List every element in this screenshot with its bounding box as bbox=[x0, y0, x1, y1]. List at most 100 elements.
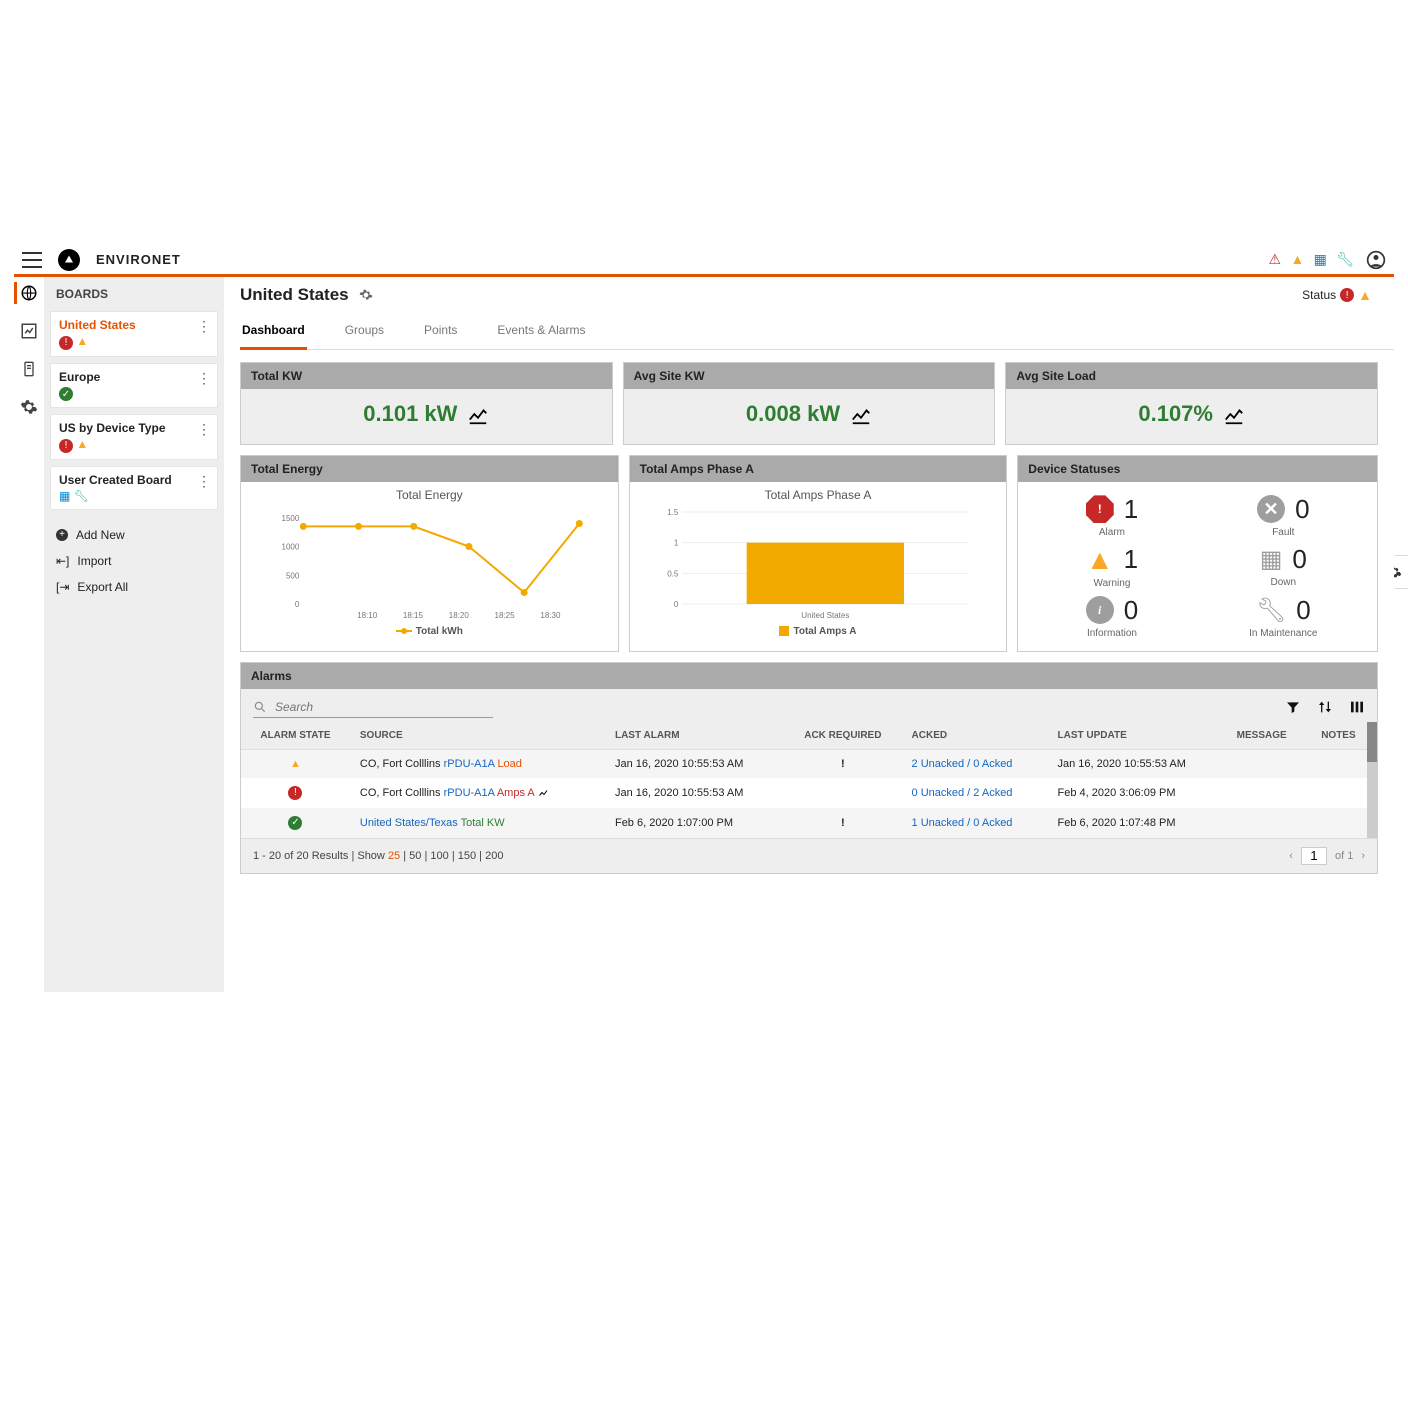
board-menu-icon[interactable]: ⋮ bbox=[197, 370, 211, 387]
source-link[interactable]: rPDU-A1A bbox=[444, 787, 495, 799]
alarm-state-icon: ▲ bbox=[241, 749, 350, 778]
rail-settings-icon[interactable] bbox=[19, 397, 39, 417]
user-account-icon[interactable] bbox=[1366, 250, 1386, 270]
export-label: Export All bbox=[77, 580, 128, 594]
columns-icon[interactable] bbox=[1349, 699, 1365, 715]
board-menu-icon[interactable]: ⋮ bbox=[197, 421, 211, 438]
board-card[interactable]: User Created Board▦ 🔧︎⋮ bbox=[50, 466, 218, 510]
svg-text:1: 1 bbox=[674, 538, 679, 547]
filter-icon[interactable] bbox=[1285, 699, 1301, 715]
board-status-icons: ▦ 🔧︎ bbox=[59, 489, 209, 503]
kpi-title: Avg Site KW bbox=[624, 363, 995, 389]
status-count: 0 bbox=[1292, 544, 1306, 575]
board-menu-icon[interactable]: ⋮ bbox=[197, 318, 211, 335]
kpi-title: Total KW bbox=[241, 363, 612, 389]
board-status-icons: ! ▲ bbox=[59, 334, 209, 350]
legend-label: Total Amps A bbox=[793, 626, 856, 637]
maintenance-icon[interactable]: 🔧︎ bbox=[1336, 251, 1354, 267]
device-status-warning[interactable]: ▲1Warning bbox=[1038, 544, 1185, 589]
trend-icon[interactable] bbox=[467, 409, 489, 431]
chart-title: Total Energy bbox=[249, 488, 610, 502]
tab-groups[interactable]: Groups bbox=[343, 323, 386, 349]
column-header[interactable]: LAST ALARM bbox=[605, 722, 784, 750]
device-status-info[interactable]: i0Information bbox=[1038, 595, 1185, 639]
table-row[interactable]: ✓United States/Texas Total KWFeb 6, 2020… bbox=[241, 808, 1377, 838]
device-status-down[interactable]: ▦0Down bbox=[1210, 544, 1357, 589]
kpi-title: Avg Site Load bbox=[1006, 363, 1377, 389]
sort-icon[interactable] bbox=[1317, 699, 1333, 715]
total-energy-card: Total Energy Total Energy 05001000150018… bbox=[240, 455, 619, 652]
kpi-card: Avg Site KW0.008 kW bbox=[623, 362, 996, 445]
acked-link[interactable]: 1 Unacked / 0 Acked bbox=[902, 808, 1048, 838]
global-status-icons: ⚠︎ ▲ ▦ 🔧︎ bbox=[1263, 251, 1354, 268]
column-header[interactable]: ALARM STATE bbox=[241, 722, 350, 750]
import-button[interactable]: ⇤]Import bbox=[56, 548, 212, 574]
column-header[interactable]: MESSAGE bbox=[1227, 722, 1312, 750]
kpi-value: 0.101 kW bbox=[363, 401, 457, 426]
search-input[interactable] bbox=[273, 699, 473, 715]
ack-required bbox=[784, 778, 901, 808]
tab-events-alarms[interactable]: Events & Alarms bbox=[495, 323, 587, 349]
source-link[interactable]: United States/Texas bbox=[360, 817, 458, 829]
alert-icon[interactable]: ⚠︎ bbox=[1269, 251, 1282, 267]
table-row[interactable]: ▲CO, Fort Colllins rPDU-A1A LoadJan 16, … bbox=[241, 749, 1377, 778]
acked-link[interactable]: 2 Unacked / 0 Acked bbox=[902, 749, 1048, 778]
tab-points[interactable]: Points bbox=[422, 323, 459, 349]
table-row[interactable]: !CO, Fort Colllins rPDU-A1A Amps A Jan 1… bbox=[241, 778, 1377, 808]
page-size-option[interactable]: 150 bbox=[458, 850, 476, 862]
ack-required: ! bbox=[784, 749, 901, 778]
brand-logo-icon bbox=[58, 249, 80, 271]
ack-required: ! bbox=[784, 808, 901, 838]
network-icon[interactable]: ▦ bbox=[1314, 251, 1327, 267]
tab-dashboard[interactable]: Dashboard bbox=[240, 323, 307, 350]
column-header[interactable]: SOURCE bbox=[350, 722, 605, 750]
device-status-alarm[interactable]: !1Alarm bbox=[1038, 494, 1185, 538]
page-size-option[interactable]: 50 bbox=[409, 850, 421, 862]
page-size-option[interactable]: 100 bbox=[430, 850, 448, 862]
device-status-fault[interactable]: ✕0Fault bbox=[1210, 494, 1357, 538]
search-icon bbox=[253, 700, 267, 714]
menu-toggle-icon[interactable] bbox=[22, 252, 42, 268]
status-label: In Maintenance bbox=[1249, 628, 1317, 639]
board-menu-icon[interactable]: ⋮ bbox=[197, 473, 211, 490]
column-header[interactable]: ACKED bbox=[902, 722, 1048, 750]
status-label: Fault bbox=[1272, 527, 1294, 538]
device-status-maint[interactable]: 🔧︎0In Maintenance bbox=[1210, 595, 1357, 639]
trend-icon[interactable] bbox=[850, 409, 872, 431]
page-size-option[interactable]: 25 bbox=[388, 850, 400, 862]
page-size-option[interactable]: 200 bbox=[485, 850, 503, 862]
acked-link[interactable]: 0 Unacked / 2 Acked bbox=[902, 778, 1048, 808]
add-new-button[interactable]: +Add New bbox=[56, 522, 212, 548]
message bbox=[1227, 808, 1312, 838]
legend-label: Total kWh bbox=[416, 626, 463, 637]
pager-page-input[interactable] bbox=[1301, 847, 1327, 865]
table-scrollbar[interactable] bbox=[1367, 722, 1377, 838]
svg-text:18:15: 18:15 bbox=[403, 611, 424, 620]
main-content: United States Status ! ▲ DashboardGroups… bbox=[224, 277, 1394, 992]
export-all-button[interactable]: [⇥Export All bbox=[56, 574, 212, 600]
warning-icon[interactable]: ▲ bbox=[1290, 251, 1304, 267]
rail-chart-icon[interactable] bbox=[19, 321, 39, 341]
last-alarm: Feb 6, 2020 1:07:00 PM bbox=[605, 808, 784, 838]
source-link[interactable]: rPDU-A1A bbox=[444, 758, 495, 770]
brand-name: ENVIRONET bbox=[96, 252, 181, 267]
board-name: United States bbox=[59, 318, 209, 332]
main-tabs: Dashboard Groups Points Events & Alarms bbox=[240, 323, 1394, 350]
status-count: 0 bbox=[1124, 595, 1138, 626]
column-header[interactable]: ACK REQUIRED bbox=[784, 722, 901, 750]
board-card[interactable]: US by Device Type! ▲⋮ bbox=[50, 414, 218, 460]
bar-chart: 00.511.5United States bbox=[638, 506, 999, 626]
board-settings-icon[interactable] bbox=[359, 288, 373, 302]
status-alert-icon: ! bbox=[1340, 288, 1354, 302]
board-card[interactable]: United States ! ▲⋮ bbox=[50, 311, 218, 357]
board-card[interactable]: Europe✓⋮ bbox=[50, 363, 218, 409]
alarm-state-icon: ✓ bbox=[241, 808, 350, 838]
pager-next-icon[interactable]: › bbox=[1361, 850, 1365, 862]
trend-icon[interactable] bbox=[1223, 409, 1245, 431]
column-header[interactable]: LAST UPDATE bbox=[1047, 722, 1226, 750]
rail-device-icon[interactable] bbox=[19, 359, 39, 379]
sidebar-title: BOARDS bbox=[44, 277, 224, 311]
alarm-search[interactable] bbox=[253, 697, 493, 718]
rail-globe-icon[interactable] bbox=[19, 283, 39, 303]
pager-prev-icon[interactable]: ‹ bbox=[1289, 850, 1293, 862]
